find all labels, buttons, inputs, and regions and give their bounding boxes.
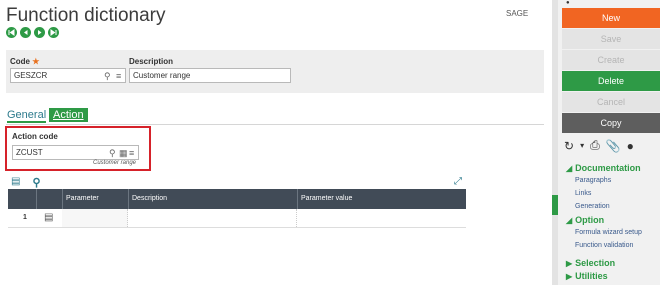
required-icon: ★ bbox=[32, 57, 40, 66]
code-value: GESZCR bbox=[14, 71, 48, 80]
copy-button[interactable]: Copy bbox=[562, 113, 660, 133]
grid-toolbar: ▤ ⚲ bbox=[11, 176, 41, 189]
description-field[interactable]: Customer range bbox=[129, 68, 291, 83]
first-record-icon[interactable] bbox=[6, 27, 17, 38]
action-code-value: ZCUST bbox=[16, 148, 43, 157]
tab-divider bbox=[6, 124, 544, 125]
option-section[interactable]: ◢ Option bbox=[566, 215, 604, 225]
panel-toggle[interactable] bbox=[552, 195, 558, 215]
attachment-icon[interactable]: 📎 bbox=[606, 139, 621, 153]
previous-record-icon[interactable] bbox=[20, 27, 31, 38]
search-icon[interactable]: ⚲ bbox=[104, 70, 111, 83]
user-menu-icon[interactable]: ● bbox=[566, 0, 660, 5]
tab-general[interactable]: General bbox=[7, 109, 47, 123]
expand-icon[interactable]: ⤢ bbox=[454, 176, 462, 187]
detail-icon[interactable]: ▦ bbox=[119, 147, 128, 160]
comment-icon[interactable]: ● bbox=[627, 139, 634, 153]
chevron-down-icon[interactable]: ▾ bbox=[580, 141, 584, 150]
panel-tools: ↻ ▾ ⎙ 📎 ● bbox=[564, 138, 634, 153]
code-label-text: Code bbox=[10, 57, 30, 66]
grid-view-icon[interactable]: ▤ bbox=[11, 176, 20, 189]
triangle-down-icon: ◢ bbox=[566, 216, 573, 225]
option-label: Option bbox=[575, 215, 605, 225]
list-icon[interactable]: ≡ bbox=[129, 147, 134, 160]
link-links[interactable]: Links bbox=[575, 190, 591, 197]
tab-action[interactable]: Action bbox=[49, 108, 88, 122]
selection-label: Selection bbox=[575, 258, 616, 268]
grid-header: Parameter Description Parameter value bbox=[8, 189, 466, 209]
documentation-section[interactable]: ◢ Documentation bbox=[566, 163, 641, 173]
link-formula-wizard-setup[interactable]: Formula wizard setup bbox=[575, 229, 642, 236]
new-button[interactable]: New bbox=[562, 8, 660, 28]
panel-collapse-bar[interactable] bbox=[552, 0, 558, 285]
last-record-icon[interactable] bbox=[48, 27, 59, 38]
page-title: Function dictionary bbox=[6, 5, 166, 26]
code-label: Code ★ bbox=[10, 57, 39, 66]
cell-parameter[interactable] bbox=[62, 209, 128, 227]
utilities-label: Utilities bbox=[575, 271, 608, 281]
search-icon[interactable]: ⚲ bbox=[32, 176, 40, 189]
utilities-section[interactable]: ▶ Utilities bbox=[566, 271, 608, 281]
header-panel: Code ★ GESZCR ⚲ ≡ Description Customer r… bbox=[6, 50, 544, 93]
action-code-hint: Customer range bbox=[93, 160, 137, 166]
list-icon[interactable]: ≡ bbox=[116, 70, 121, 83]
link-generation[interactable]: Generation bbox=[575, 203, 610, 210]
create-button: Create bbox=[562, 50, 660, 70]
cancel-button: Cancel bbox=[562, 92, 660, 112]
documentation-label: Documentation bbox=[575, 163, 641, 173]
row-number: 1 bbox=[23, 214, 27, 221]
triangle-right-icon: ▶ bbox=[566, 259, 573, 268]
cell-description bbox=[128, 209, 297, 227]
save-button: Save bbox=[562, 29, 660, 49]
next-record-icon[interactable] bbox=[34, 27, 45, 38]
triangle-right-icon: ▶ bbox=[566, 272, 573, 281]
action-code-field[interactable]: ZCUST ⚲ ▦ ≡ bbox=[12, 145, 139, 160]
refresh-icon[interactable]: ↻ bbox=[564, 139, 574, 153]
cell-parameter-value[interactable] bbox=[297, 209, 466, 227]
link-function-validation[interactable]: Function validation bbox=[575, 242, 633, 249]
action-code-label: Action code bbox=[12, 132, 58, 141]
search-icon[interactable]: ⚲ bbox=[109, 147, 116, 160]
col-parameter-value[interactable]: Parameter value bbox=[297, 189, 466, 209]
record-navigation bbox=[6, 27, 59, 38]
link-paragraphs[interactable]: Paragraphs bbox=[575, 177, 611, 184]
description-label: Description bbox=[129, 57, 174, 66]
triangle-down-icon: ◢ bbox=[566, 164, 573, 173]
delete-button[interactable]: Delete bbox=[562, 71, 660, 91]
row-menu-icon[interactable]: ▤ bbox=[44, 212, 53, 223]
header-rownum bbox=[8, 189, 36, 209]
col-description[interactable]: Description bbox=[128, 189, 297, 209]
col-parameter[interactable]: Parameter bbox=[62, 189, 128, 209]
company-label: SAGE bbox=[506, 9, 529, 18]
print-icon[interactable]: ⎙ bbox=[590, 138, 600, 153]
header-action bbox=[36, 189, 62, 209]
code-field[interactable]: GESZCR ⚲ ≡ bbox=[10, 68, 126, 83]
table-row[interactable]: 1 ▤ bbox=[8, 209, 466, 228]
selection-section[interactable]: ▶ Selection bbox=[566, 258, 615, 268]
